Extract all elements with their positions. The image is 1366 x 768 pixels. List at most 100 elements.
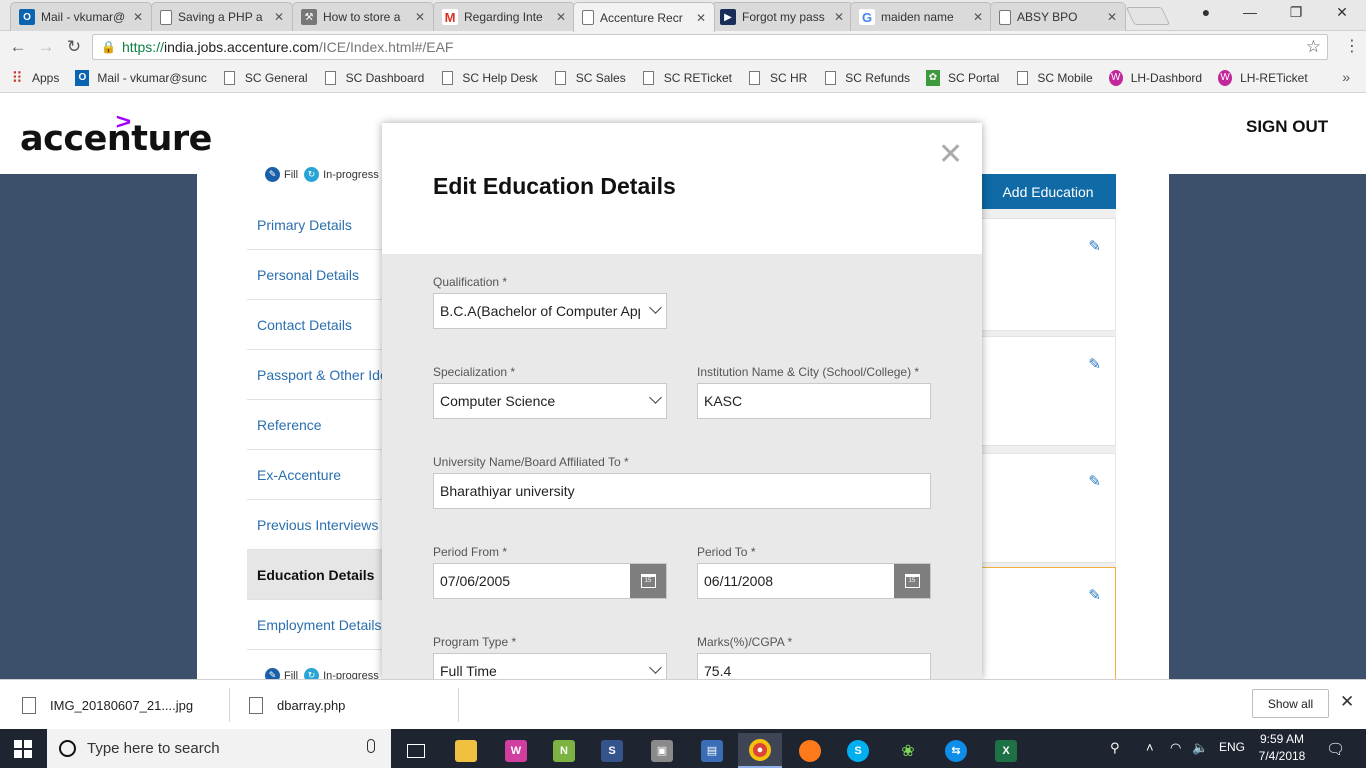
close-tab-icon[interactable]: ✕ — [413, 10, 427, 24]
edit-pencil-icon[interactable]: ✎ — [1088, 355, 1101, 373]
wamp-icon[interactable]: W — [494, 733, 538, 768]
specialization-select[interactable]: Computer Science — [433, 383, 667, 419]
nav-item-personal-details[interactable]: Personal Details — [247, 250, 387, 300]
nav-item-employment-details[interactable]: Employment Details — [247, 600, 387, 650]
bookmark-item[interactable]: W LH-RETicket — [1218, 69, 1308, 86]
forward-icon[interactable]: → — [36, 37, 56, 57]
bookmark-item[interactable]: SC Sales — [554, 70, 626, 86]
remote-desktop-icon[interactable]: ▤ — [690, 733, 734, 768]
bookmark-item[interactable]: W LH-Dashbord — [1108, 69, 1202, 86]
browser-tab[interactable]: ⚒ How to store a ✕ — [292, 2, 434, 31]
qualification-select[interactable]: B.C.A(Bachelor of Computer Applications) — [433, 293, 667, 329]
bookmark-item[interactable]: SC RETicket — [642, 70, 732, 86]
network-tool-icon[interactable]: ▣ — [640, 733, 684, 768]
page-icon — [999, 9, 1011, 25]
edit-pencil-icon[interactable]: ✎ — [1088, 237, 1101, 255]
marks-input[interactable]: 75.4 — [697, 653, 931, 679]
nav-item-contact-details[interactable]: Contact Details — [247, 300, 387, 350]
period-from-input[interactable]: 07/06/2005 15 — [433, 563, 667, 599]
firefox-icon[interactable] — [788, 733, 832, 768]
edit-pencil-icon[interactable]: ✎ — [1088, 472, 1101, 490]
nav-item-education-details[interactable]: Education Details — [247, 550, 387, 600]
nav-item-reference[interactable]: Reference — [247, 400, 387, 450]
tab-title: Accenture Recr — [600, 10, 683, 25]
modal-form: Qualification * B.C.A(Bachelor of Comput… — [382, 254, 982, 679]
new-tab-button[interactable] — [1125, 7, 1171, 25]
add-education-button[interactable]: Add Education — [980, 174, 1116, 209]
frog-app-icon[interactable]: ❀ — [886, 733, 930, 768]
close-tab-icon[interactable]: ✕ — [131, 10, 145, 24]
system-clock[interactable]: 9:59 AM 7/4/2018 — [1252, 731, 1312, 765]
calendar-button[interactable]: 15 — [894, 564, 930, 598]
close-tab-icon[interactable]: ✕ — [1105, 10, 1119, 24]
browser-tab[interactable]: O Mail - vkumar@ ✕ — [10, 2, 152, 31]
volume-icon[interactable]: 🔈 — [1192, 740, 1208, 756]
calendar-button[interactable]: 15 — [630, 564, 666, 598]
back-icon[interactable]: ← — [8, 37, 28, 57]
address-bar[interactable]: 🔒 https:// india.jobs.accenture.com /ICE… — [92, 34, 1328, 60]
download-item[interactable]: IMG_20180607_21....jpg — [22, 680, 193, 730]
close-icon[interactable]: ✕ — [938, 137, 963, 172]
university-input[interactable]: Bharathiyar university — [433, 473, 931, 509]
bookmark-item[interactable]: SC Mobile — [1015, 70, 1093, 86]
bookmark-item[interactable]: SC HR — [748, 70, 807, 86]
more-bookmarks-icon[interactable]: » — [1342, 69, 1350, 85]
maximize-icon[interactable]: ❐ — [1286, 4, 1306, 21]
profile-icon[interactable]: ● — [1196, 4, 1216, 20]
browser-tab[interactable]: Saving a PHP a ✕ — [151, 2, 293, 31]
institution-input[interactable]: KASC — [697, 383, 931, 419]
edit-pencil-icon[interactable]: ✎ — [1088, 586, 1101, 604]
close-window-icon[interactable]: ✕ — [1332, 4, 1352, 21]
task-view-icon[interactable] — [394, 733, 438, 768]
qualification-label: Qualification * — [433, 275, 508, 289]
bookmark-item[interactable]: ✿ SC Portal — [926, 69, 999, 86]
bookmark-star-icon[interactable]: ☆ — [1306, 37, 1321, 57]
download-item[interactable]: dbarray.php — [249, 680, 345, 730]
teamviewer-icon[interactable]: ⇆ — [934, 733, 978, 768]
bookmark-item[interactable]: SC Help Desk — [440, 70, 538, 86]
program-type-select[interactable]: Full Time — [433, 653, 667, 679]
show-all-downloads-button[interactable]: Show all — [1252, 689, 1329, 718]
wifi-icon[interactable]: ◠ — [1170, 740, 1181, 756]
period-to-input[interactable]: 06/11/2008 15 — [697, 563, 931, 599]
language-indicator[interactable]: ENG — [1219, 740, 1245, 754]
windows-start-icon[interactable] — [14, 740, 32, 758]
close-tab-icon[interactable]: ✕ — [554, 10, 568, 24]
bookmark-item[interactable]: SC Refunds — [823, 70, 910, 86]
browser-tab[interactable]: M Regarding Inte ✕ — [433, 2, 575, 31]
bookmark-item[interactable]: SC General — [223, 70, 308, 86]
skype-icon[interactable]: S — [836, 733, 880, 768]
nav-item-primary-details[interactable]: Primary Details — [247, 200, 387, 250]
microphone-icon[interactable] — [367, 739, 375, 753]
sql-server-icon[interactable]: S — [590, 733, 634, 768]
apps-grid-icon: ⠿ — [11, 69, 23, 87]
browser-tab[interactable]: ABSY BPO ✕ — [990, 2, 1126, 31]
chrome-icon[interactable]: ● — [738, 733, 782, 768]
close-tab-icon[interactable]: ✕ — [832, 10, 846, 24]
bookmark-item[interactable]: O Mail - vkumar@sunc — [75, 69, 207, 86]
browser-tab[interactable]: Accenture Recr ✕ — [573, 2, 715, 32]
nav-item-previous-interviews[interactable]: Previous Interviews — [247, 500, 387, 550]
notification-icon[interactable]: 🗨 — [1326, 740, 1345, 758]
people-icon[interactable]: ⚲ — [1110, 740, 1120, 756]
nav-item-ex-accenture[interactable]: Ex-Accenture — [247, 450, 387, 500]
in-progress-legend-label: In-progress — [323, 168, 379, 181]
browser-tab[interactable]: Gmaiden name ✕ — [850, 2, 992, 31]
close-tab-icon[interactable]: ✕ — [272, 10, 286, 24]
notepad-plus-icon[interactable]: N — [542, 733, 586, 768]
bookmark-item[interactable]: ⠿ Apps — [10, 69, 60, 87]
minimize-icon[interactable]: — — [1240, 4, 1260, 20]
close-tab-icon[interactable]: ✕ — [971, 10, 985, 24]
chevron-up-icon[interactable]: ˄ — [1146, 740, 1154, 755]
sign-out-link[interactable]: SIGN OUT — [1246, 117, 1328, 137]
taskbar-search-box[interactable]: Type here to search — [47, 729, 391, 768]
nav-item-passport-other-ide[interactable]: Passport & Other Ide — [247, 350, 388, 400]
reload-icon[interactable]: ↻ — [64, 37, 84, 57]
file-explorer-icon[interactable] — [444, 733, 488, 768]
excel-icon[interactable]: X — [984, 733, 1028, 768]
close-tab-icon[interactable]: ✕ — [694, 11, 708, 25]
browser-tab[interactable]: ▶ Forgot my pass ✕ — [711, 2, 853, 31]
close-icon[interactable]: ✕ — [1340, 692, 1354, 712]
browser-menu-icon[interactable]: ⋮ — [1344, 36, 1360, 56]
bookmark-item[interactable]: SC Dashboard — [324, 70, 424, 86]
